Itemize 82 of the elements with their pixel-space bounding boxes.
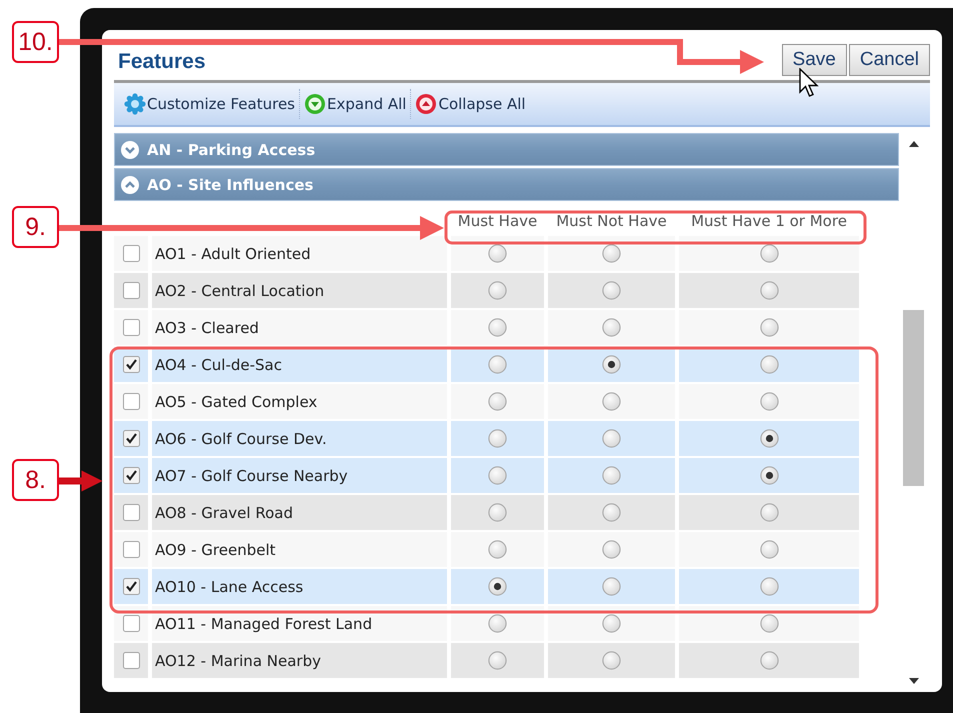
section-title: AO - Site Influences <box>147 176 314 194</box>
checkbox[interactable] <box>122 319 140 336</box>
radio-button[interactable] <box>602 577 621 596</box>
radio-button[interactable] <box>488 614 507 633</box>
radio-button[interactable] <box>760 577 778 596</box>
feature-label: AO3 - Cleared <box>154 318 259 336</box>
checkbox[interactable] <box>122 615 140 632</box>
radio-button[interactable] <box>488 355 507 374</box>
checkbox[interactable] <box>122 578 140 595</box>
radio-button[interactable] <box>488 244 507 263</box>
feature-label: AO1 - Adult Oriented <box>154 244 311 262</box>
radio-button[interactable] <box>488 651 507 670</box>
feature-label: AO4 - Cul-de-Sac <box>154 356 282 374</box>
cancel-button[interactable]: Cancel <box>848 44 930 76</box>
toolbar-button[interactable]: Customize Features <box>120 88 300 120</box>
toolbar-button[interactable]: Expand All <box>300 88 410 120</box>
radio-button[interactable] <box>488 540 507 559</box>
radio-button[interactable] <box>602 503 621 522</box>
checkbox[interactable] <box>122 393 140 410</box>
radio-button[interactable] <box>488 429 507 448</box>
scroll-thumb[interactable] <box>903 310 924 486</box>
cursor-icon <box>799 68 821 100</box>
radio-button[interactable] <box>760 244 778 263</box>
feature-label: AO6 - Golf Course Dev. <box>154 430 327 448</box>
callout-arrow <box>59 470 102 492</box>
feature-label: AO8 - Gravel Road <box>154 504 293 522</box>
radio-button[interactable] <box>760 540 778 559</box>
checkbox[interactable] <box>122 652 140 669</box>
scroll-up-icon[interactable] <box>908 141 918 147</box>
radio-button[interactable] <box>760 318 778 337</box>
column-header: Must Have <box>458 212 538 230</box>
callout-label: 10. <box>12 21 59 63</box>
radio-button[interactable] <box>488 281 507 300</box>
checkbox[interactable] <box>122 430 140 447</box>
radio-button[interactable] <box>602 318 621 337</box>
radio-button[interactable] <box>760 651 778 670</box>
feature-label: AO9 - Greenbelt <box>154 540 276 558</box>
dialog-title: Features <box>118 50 206 75</box>
checkbox[interactable] <box>122 467 140 484</box>
radio-button[interactable] <box>488 503 507 522</box>
feature-label: AO10 - Lane Access <box>154 578 304 596</box>
radio-button[interactable] <box>760 429 778 448</box>
scroll-down-icon[interactable] <box>908 678 918 684</box>
radio-button[interactable] <box>488 466 507 485</box>
checkbox[interactable] <box>122 504 140 521</box>
radio-button[interactable] <box>602 466 621 485</box>
checkbox[interactable] <box>122 282 140 299</box>
radio-button[interactable] <box>760 355 778 374</box>
radio-button[interactable] <box>760 614 778 633</box>
radio-button[interactable] <box>602 651 621 670</box>
radio-button[interactable] <box>488 577 507 596</box>
radio-button[interactable] <box>760 503 778 522</box>
radio-button[interactable] <box>488 318 507 337</box>
feature-label: AO5 - Gated Complex <box>154 392 318 410</box>
toolbar-button[interactable]: Collapse All <box>411 88 530 120</box>
radio-button[interactable] <box>602 392 621 411</box>
feature-label: AO12 - Marina Nearby <box>154 652 321 670</box>
radio-button[interactable] <box>602 429 621 448</box>
callout-label: 8. <box>12 459 59 501</box>
radio-button[interactable] <box>602 244 621 263</box>
chevron-icon <box>121 176 139 194</box>
column-header: Must Not Have <box>556 212 667 230</box>
feature-label: AO11 - Managed Forest Land <box>154 614 372 632</box>
section-title: AN - Parking Access <box>147 140 316 158</box>
chevron-icon <box>121 140 139 158</box>
radio-button[interactable] <box>760 466 778 485</box>
radio-button[interactable] <box>602 614 621 633</box>
radio-button[interactable] <box>760 281 778 300</box>
radio-button[interactable] <box>602 540 621 559</box>
column-header: Must Have 1 or More <box>691 212 847 230</box>
checkbox[interactable] <box>122 541 140 558</box>
gear-icon <box>124 93 146 115</box>
radio-button[interactable] <box>602 355 621 374</box>
feature-label: AO7 - Golf Course Nearby <box>154 466 348 484</box>
radio-button[interactable] <box>602 281 621 300</box>
save-button[interactable]: Save <box>782 44 847 76</box>
feature-label: AO2 - Central Location <box>154 282 324 300</box>
radio-button[interactable] <box>488 392 507 411</box>
radio-button[interactable] <box>760 392 778 411</box>
checkbox[interactable] <box>122 356 140 373</box>
checkbox[interactable] <box>122 245 140 262</box>
callout-label: 9. <box>12 206 59 248</box>
